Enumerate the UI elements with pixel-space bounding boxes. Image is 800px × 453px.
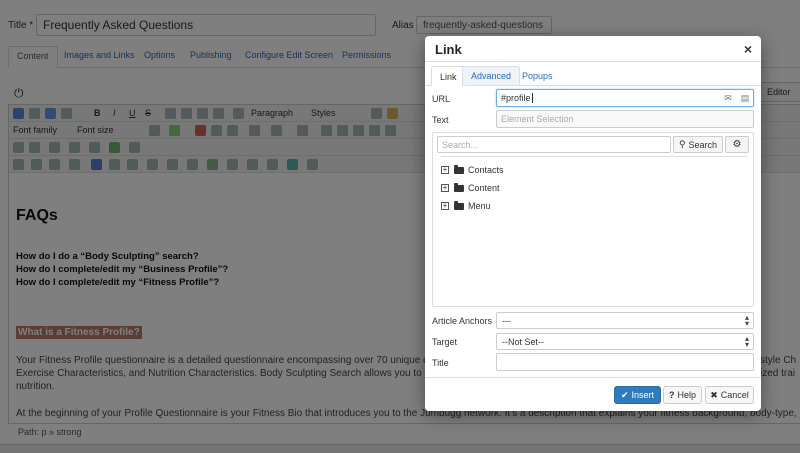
dialog-title: Link bbox=[435, 42, 462, 57]
gear-icon: ⚙ bbox=[732, 139, 742, 150]
url-label: URL bbox=[432, 94, 451, 104]
target-label: Target bbox=[432, 337, 458, 347]
tree-item-menu[interactable]: + Menu bbox=[441, 197, 747, 215]
search-icon: ⚲ bbox=[678, 139, 686, 149]
article-anchors-select[interactable]: --- ▴ ▾ bbox=[496, 312, 754, 329]
select-caret-icon: ▴ ▾ bbox=[744, 313, 749, 328]
tree-item-label: Contacts bbox=[468, 165, 504, 175]
settings-button[interactable]: ⚙ bbox=[725, 136, 749, 153]
folder-icon bbox=[454, 182, 464, 192]
email-icon[interactable]: ✉ bbox=[723, 93, 733, 103]
cancel-button-label: Cancel bbox=[720, 390, 749, 400]
insert-button-label: Insert bbox=[631, 390, 655, 400]
tree-item-label: Content bbox=[468, 183, 500, 193]
url-input[interactable]: #profile ✉ ▤ bbox=[496, 89, 754, 107]
help-button[interactable]: ? Help bbox=[663, 386, 702, 404]
expand-icon[interactable]: + bbox=[441, 184, 449, 192]
cancel-button[interactable]: ✖ Cancel bbox=[705, 386, 754, 404]
link-browser: Search... ⚲ Search ⚙ + Contacts + Conten… bbox=[432, 132, 754, 307]
dialog-tabs: Link Advanced Popups bbox=[425, 64, 761, 87]
title-field-label: Title bbox=[432, 358, 449, 368]
question-icon: ? bbox=[668, 390, 675, 400]
close-icon[interactable]: × bbox=[744, 41, 752, 57]
tab-popups[interactable]: Popups bbox=[514, 66, 561, 86]
folder-icon bbox=[454, 164, 464, 174]
text-cursor bbox=[531, 93, 533, 103]
dialog-header: Link × bbox=[425, 36, 761, 62]
select-caret-icon: ▴ ▾ bbox=[744, 334, 749, 349]
search-button-label: Search bbox=[688, 139, 718, 150]
tab-advanced[interactable]: Advanced bbox=[462, 66, 521, 86]
search-button[interactable]: ⚲ Search bbox=[673, 136, 723, 153]
tree-item-content[interactable]: + Content bbox=[441, 179, 747, 197]
folder-icon bbox=[454, 200, 464, 210]
article-anchors-label: Article Anchors bbox=[432, 316, 493, 326]
x-icon: ✖ bbox=[710, 389, 718, 400]
help-button-label: Help bbox=[677, 390, 696, 400]
target-value: --Not Set-- bbox=[502, 336, 545, 347]
search-input[interactable]: Search... bbox=[437, 136, 671, 153]
url-value: #profile bbox=[501, 93, 531, 103]
text-label: Text bbox=[432, 115, 449, 125]
link-dialog: Link × Link Advanced Popups URL #profile… bbox=[425, 36, 761, 411]
expand-icon[interactable]: + bbox=[441, 166, 449, 174]
link-tree: + Contacts + Content + Menu bbox=[441, 156, 747, 215]
target-select[interactable]: --Not Set-- ▴ ▾ bbox=[496, 333, 754, 350]
dialog-footer: ✔ Insert ? Help ✖ Cancel bbox=[425, 377, 761, 411]
file-browser-icon[interactable]: ▤ bbox=[740, 93, 750, 103]
tree-item-contacts[interactable]: + Contacts bbox=[441, 161, 747, 179]
title-field-input[interactable] bbox=[496, 353, 754, 371]
check-icon: ✔ bbox=[620, 389, 629, 400]
expand-icon[interactable]: + bbox=[441, 202, 449, 210]
insert-button[interactable]: ✔ Insert bbox=[614, 386, 661, 404]
article-anchors-value: --- bbox=[502, 315, 511, 326]
tree-item-label: Menu bbox=[468, 201, 491, 211]
tab-link[interactable]: Link bbox=[431, 66, 466, 87]
text-input[interactable]: Element Selection bbox=[496, 110, 754, 128]
